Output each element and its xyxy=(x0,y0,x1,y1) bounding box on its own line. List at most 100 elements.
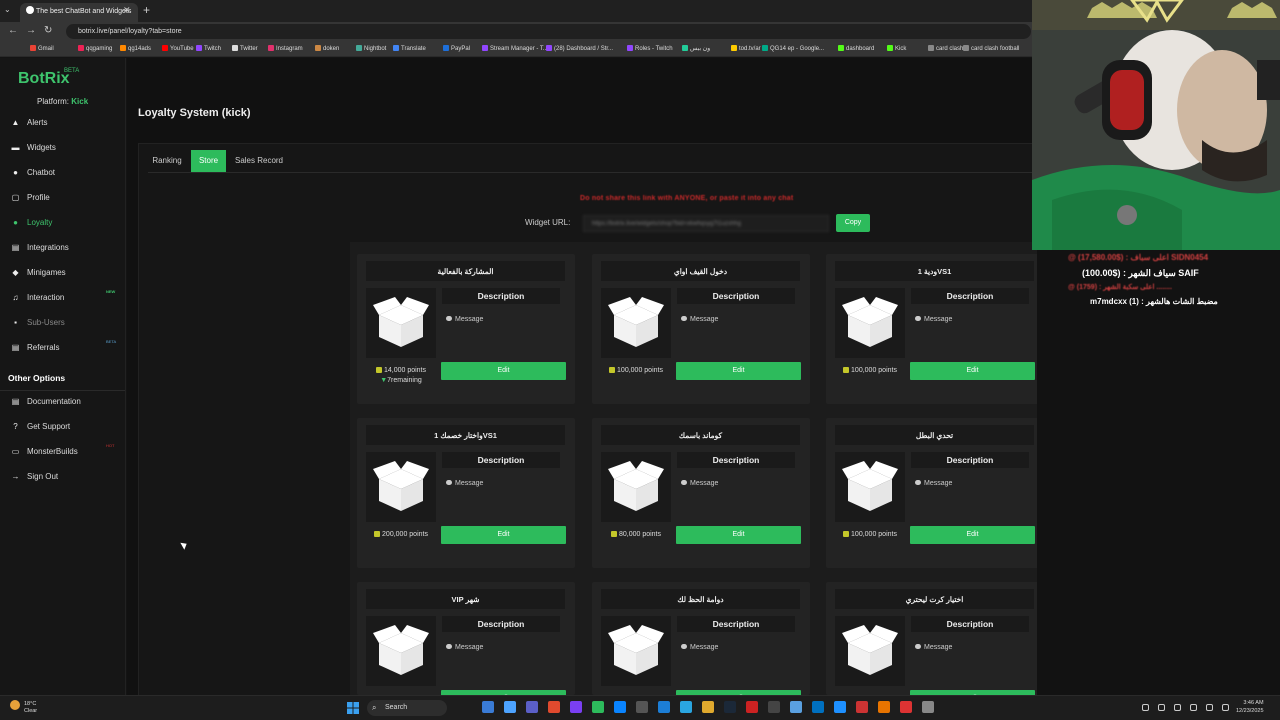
edge2-icon[interactable] xyxy=(614,701,626,713)
red-app-icon[interactable] xyxy=(746,701,758,713)
sidebar-item-alerts[interactable]: ▲ Alerts xyxy=(10,118,48,134)
forward-icon[interactable]: → xyxy=(26,25,36,36)
sidebar-item-label: Chatbot xyxy=(27,168,56,177)
bookmark-item[interactable]: ون بيس xyxy=(682,45,710,52)
bookmark-item[interactable]: Translate xyxy=(393,45,426,52)
botrix-logo[interactable]: BotRix xyxy=(18,70,70,88)
volume-icon[interactable] xyxy=(1174,704,1181,711)
sidebar-item-referrals[interactable]: ▤ Referrals BETA xyxy=(10,339,116,359)
bookmark-item[interactable]: doken xyxy=(315,45,339,52)
top-donor-line: @ اعلى سباف : ($17,580.00) SIDN0454 xyxy=(1068,253,1209,262)
close-tab-icon[interactable]: ✕ xyxy=(123,5,131,16)
store-item-card: المشاركة بالفعالية Description Message 14,0… xyxy=(357,254,575,404)
tab-store[interactable]: Store xyxy=(191,150,226,172)
chevron-up-icon[interactable] xyxy=(1142,704,1149,711)
store-item-description: Description xyxy=(677,288,795,304)
calculator-icon[interactable] xyxy=(790,701,802,713)
app7-icon[interactable] xyxy=(900,701,912,713)
edit-button[interactable]: Edit xyxy=(676,362,801,380)
bookmark-item[interactable]: PayPal xyxy=(443,45,470,52)
bookmark-item[interactable]: card clash football xyxy=(963,45,1019,52)
back-icon[interactable]: ← xyxy=(8,25,18,36)
edge-icon[interactable] xyxy=(504,701,516,713)
sidebar-item-get-support[interactable]: ? Get Support xyxy=(10,422,70,438)
bookmark-item[interactable]: Twitter xyxy=(232,45,258,52)
weather-widget[interactable]: 18°C Clear xyxy=(24,701,37,715)
sidebar-item-sub-users[interactable]: ▪ Sub-Users xyxy=(10,318,65,334)
chrome-icon[interactable] xyxy=(548,701,560,713)
bookmark-item[interactable]: card clash xyxy=(928,45,963,52)
bookmark-item[interactable]: YouTube xyxy=(162,45,194,52)
bookmark-item[interactable]: tod.tv/ar xyxy=(731,45,761,52)
bookmark-item[interactable]: Stream Manager - T... xyxy=(482,45,548,52)
browser-tab[interactable]: The best ChatBot and Widgets xyxy=(20,3,138,22)
sidebar-item-profile[interactable]: ▢ Profile xyxy=(10,193,50,209)
file-explorer-icon[interactable] xyxy=(482,701,494,713)
telegram-icon[interactable] xyxy=(680,701,692,713)
app2-icon[interactable] xyxy=(768,701,780,713)
widget-url-field[interactable]: https://botrix.live/widgets/shop?bid=xkw… xyxy=(583,215,829,232)
tab-sales-record[interactable]: Sales Record xyxy=(231,150,287,172)
clock[interactable]: 3:46 AM 12/23/2025 xyxy=(1236,699,1264,715)
edit-button[interactable]: Edit xyxy=(910,526,1035,544)
store-item-description: Description xyxy=(442,616,560,632)
bookmark-favicon-icon xyxy=(482,45,488,51)
sidebar-item-minigames[interactable]: ◆ Minigames xyxy=(10,268,65,284)
teams-icon[interactable] xyxy=(526,701,538,713)
bookmark-item[interactable]: (28) Dashboard / Str... xyxy=(546,45,613,52)
tab-ranking[interactable]: Ranking xyxy=(148,150,186,172)
bookmark-item[interactable]: QG14 ep - Google... xyxy=(762,45,824,52)
edit-button[interactable]: Edit xyxy=(910,362,1035,380)
sidebar-item-monsterbuilds[interactable]: ▭ MonsterBuilds HOT xyxy=(10,443,115,463)
bookmark-item[interactable]: dashboard xyxy=(838,45,874,52)
new-tab-icon[interactable]: + xyxy=(143,3,150,17)
bookmark-item[interactable]: Twitch xyxy=(196,45,221,52)
discord-icon[interactable] xyxy=(570,701,582,713)
copy-button[interactable]: Copy xyxy=(836,214,870,232)
sidebar-item-sign-out[interactable]: → Sign Out xyxy=(10,472,59,488)
bookmark-item[interactable]: Instagram xyxy=(268,45,303,52)
store-item-title: دخول القيف اواي xyxy=(601,261,800,281)
app3-icon[interactable] xyxy=(812,701,824,713)
edit-button[interactable]: Edit xyxy=(676,526,801,544)
bookmark-item[interactable]: Nightbot xyxy=(356,45,386,52)
sidebar-item-widgets[interactable]: ▬ Widgets xyxy=(10,143,56,159)
store-item-title: VIP شهر xyxy=(366,589,565,609)
network-icon[interactable] xyxy=(1158,704,1165,711)
app4-icon[interactable] xyxy=(834,701,846,713)
coins-icon xyxy=(843,531,850,537)
steam-icon[interactable] xyxy=(724,701,736,713)
bookmark-item[interactable]: Kick xyxy=(887,45,906,52)
bookmark-item[interactable]: Gmail xyxy=(30,45,54,52)
app-icon[interactable] xyxy=(702,701,714,713)
edit-button[interactable]: Edit xyxy=(441,362,566,380)
bookmark-label: Gmail xyxy=(38,46,54,52)
app6-icon[interactable] xyxy=(878,701,890,713)
app8-icon[interactable] xyxy=(922,701,934,713)
battery-icon[interactable] xyxy=(1190,704,1197,711)
bookmark-item[interactable]: Roles - Twitch xyxy=(627,45,673,52)
taskbar-search[interactable]: Search xyxy=(367,700,447,716)
tab-menu-icon[interactable]: ⌄ xyxy=(4,5,11,14)
box-icon xyxy=(601,452,671,522)
terminal-icon[interactable] xyxy=(636,701,648,713)
sidebar-item-integrations[interactable]: ▤ Integrations xyxy=(10,243,69,259)
vscode-icon[interactable] xyxy=(658,701,670,713)
windows-start-icon[interactable] xyxy=(347,701,359,714)
bookmark-item[interactable]: qqgaming xyxy=(78,45,112,52)
sidebar-item-documentation[interactable]: ▤ Documentation xyxy=(10,397,81,413)
notification-icon[interactable] xyxy=(1222,704,1229,711)
bookmark-item[interactable]: qg14ads xyxy=(120,45,151,52)
reload-icon[interactable]: ↻ xyxy=(44,25,52,36)
bookmark-label: Translate xyxy=(401,46,426,52)
url-input[interactable]: botrix.live/panel/loyalty?tab=store xyxy=(66,24,1031,39)
language-icon[interactable] xyxy=(1206,704,1213,711)
edit-button[interactable]: Edit xyxy=(441,526,566,544)
app5-icon[interactable] xyxy=(856,701,868,713)
sidebar-item-interaction[interactable]: ♫ Interaction NEW xyxy=(10,289,116,309)
sidebar-item-chatbot[interactable]: ● Chatbot xyxy=(10,168,55,184)
sidebar-item-loyalty[interactable]: ● Loyalty xyxy=(10,218,52,234)
webcam-overlay xyxy=(1032,0,1280,250)
bookmark-label: PayPal xyxy=(451,46,471,52)
botrix-app-icon[interactable] xyxy=(592,701,604,713)
